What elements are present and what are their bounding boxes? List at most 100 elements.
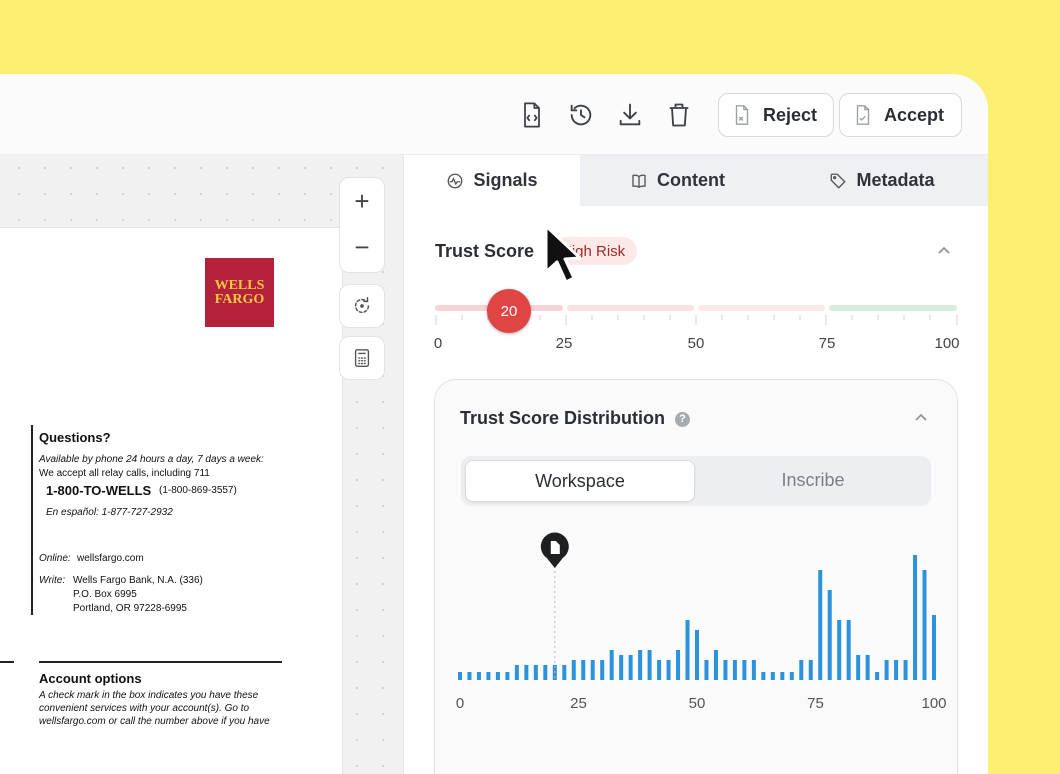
online-value: wellsfargo.com [77, 553, 144, 564]
zoom-out-button[interactable]: − [340, 224, 384, 270]
histogram-bar [808, 660, 813, 680]
trust-score-knob[interactable]: 20 [487, 289, 531, 333]
histogram-bar [818, 570, 823, 680]
histogram-bar [732, 660, 737, 680]
trust-score-title: Trust Score [435, 241, 535, 261]
x-tick-label: 75 [807, 695, 824, 712]
account-heading: Account options [39, 671, 142, 686]
histogram-bar [723, 660, 728, 680]
histogram-bar [894, 660, 899, 680]
accept-label: Accept [884, 104, 945, 125]
scale-label-0: 0 [433, 335, 443, 352]
scale-label-100: 100 [934, 335, 960, 352]
histogram-bar [799, 660, 804, 680]
histogram-bar [628, 655, 633, 680]
histogram-bar [837, 620, 842, 680]
write-line2: P.O. Box 6995 [73, 589, 137, 600]
scale-label-75: 75 [818, 335, 836, 352]
histogram-bar [647, 650, 652, 680]
collapse-trust-chevron-icon[interactable] [936, 243, 952, 259]
histogram-bar [827, 590, 832, 680]
accept-file-icon [856, 105, 870, 125]
spanish-phone: En español: 1-877-727-2932 [46, 507, 173, 518]
tab-signals[interactable]: Signals [404, 155, 580, 206]
document-viewer[interactable]: WELLS FARGO Questions? Available by phon… [0, 155, 403, 774]
write-line1: Wells Fargo Bank, N.A. (336) [73, 575, 203, 586]
questions-heading: Questions? [39, 430, 111, 445]
histogram-bar [590, 660, 595, 680]
tab-signals-label: Signals [473, 170, 538, 190]
tab-content[interactable]: Content [580, 155, 775, 206]
calculator-button[interactable] [339, 336, 385, 380]
trash-icon[interactable] [662, 98, 696, 132]
histogram-bar [666, 660, 671, 680]
source-toggle: Workspace Inscribe [461, 456, 931, 506]
panel-tabs: Signals Content Metadata [404, 155, 988, 206]
write-line3: Portland, OR 97228-6995 [73, 603, 187, 614]
distribution-title-row: Trust Score Distribution? [460, 408, 691, 429]
history-icon[interactable] [564, 98, 598, 132]
x-tick-label: 50 [689, 695, 706, 712]
histogram-bar [704, 660, 709, 680]
histogram-bar [562, 665, 567, 680]
toggle-inscribe[interactable]: Inscribe [699, 460, 927, 500]
logo-line1: WELLS [214, 277, 265, 293]
histogram-bar [884, 660, 889, 680]
histogram-bar [495, 672, 500, 680]
reject-button[interactable]: Reject [718, 93, 834, 137]
histogram-bar [505, 672, 510, 680]
left-rule [0, 661, 14, 663]
distribution-card: Trust Score Distribution? Workspace Insc… [434, 379, 958, 774]
histogram-bar [856, 655, 861, 680]
histogram-bar [600, 660, 605, 680]
histogram-bar [922, 570, 927, 680]
online-label: Online: [39, 553, 71, 564]
signals-panel: Signals Content Metadata Trust Score Hig… [403, 155, 988, 774]
histogram-bar [486, 672, 491, 680]
histogram-bar [581, 660, 586, 680]
histogram-bar [514, 665, 519, 680]
wells-fargo-logo: WELLS FARGO [205, 258, 274, 327]
tab-content-label: Content [657, 170, 725, 190]
histogram-bar [865, 655, 870, 680]
histogram-bar [713, 650, 718, 680]
histogram-bar [761, 672, 766, 680]
histogram-bar [619, 655, 624, 680]
download-icon[interactable] [613, 98, 647, 132]
distribution-chart: 0 25 50 75 100 [456, 532, 947, 712]
accept-button[interactable]: Accept [839, 93, 962, 137]
tab-metadata-label: Metadata [856, 170, 935, 190]
help-icon[interactable]: ? [675, 411, 691, 427]
histogram-bar [742, 660, 747, 680]
document-page: WELLS FARGO Questions? Available by phon… [0, 227, 343, 774]
histogram-bar [780, 672, 785, 680]
scale-label-25: 25 [555, 335, 573, 352]
code-file-icon[interactable] [515, 98, 549, 132]
histogram-bar [875, 672, 880, 680]
histogram-bar [609, 650, 614, 680]
histogram-bar [524, 665, 529, 680]
histogram-bar [685, 620, 690, 680]
document-pin-icon[interactable] [540, 532, 569, 568]
collapse-distribution-chevron-icon[interactable] [913, 410, 929, 426]
rotate-icon [354, 297, 370, 314]
histogram-bar [932, 615, 936, 680]
histogram-bar [789, 672, 794, 680]
rotate-button[interactable] [339, 284, 385, 328]
phone-main: 1-800-TO-WELLS [46, 483, 152, 498]
scale-label-50: 50 [687, 335, 705, 352]
histogram-bar [657, 660, 662, 680]
account-line1: A check mark in the box indicates you ha… [39, 690, 259, 701]
questions-divider [31, 425, 33, 615]
histogram-bar [571, 660, 576, 680]
toggle-workspace[interactable]: Workspace [465, 460, 695, 502]
tab-metadata[interactable]: Metadata [775, 155, 988, 206]
histogram-bar [846, 620, 851, 680]
logo-line2: FARGO [214, 291, 265, 307]
zoom-in-button[interactable]: + [340, 178, 384, 224]
histogram-bar [913, 555, 918, 680]
histogram-bar [638, 650, 643, 680]
reject-label: Reject [763, 104, 818, 125]
histogram-bar [903, 660, 908, 680]
top-toolbar: Reject Accept [0, 74, 988, 155]
